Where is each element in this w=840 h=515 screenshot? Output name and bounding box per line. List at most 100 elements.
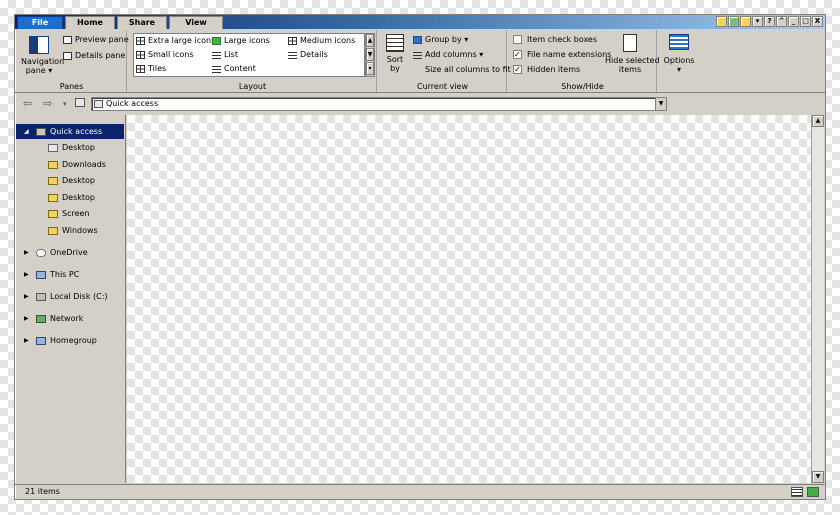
layout-content[interactable]: Content xyxy=(212,64,256,73)
nav-item-homegroup[interactable]: ▶ Homegroup xyxy=(16,333,124,348)
options-chevron-icon: ▾ xyxy=(676,65,681,74)
scroll-down-icon[interactable]: ▼ xyxy=(812,471,824,483)
size-all-columns-button[interactable]: Size all columns to fit xyxy=(425,65,511,74)
layout-gallery: Extra large icons Large icons Medium ico… xyxy=(133,33,365,77)
folder-icon[interactable] xyxy=(716,16,727,27)
window-controls: ▾ ? ^ _ □ X xyxy=(716,16,823,27)
recent-locations-icon[interactable]: ▾ xyxy=(63,100,67,108)
nav-item-network[interactable]: ▶ Network xyxy=(16,311,124,326)
layout-small-icons[interactable]: Small icons xyxy=(136,50,194,59)
list-icon xyxy=(212,50,221,59)
collapsed-chevron-icon[interactable]: ▶ xyxy=(24,311,29,326)
layout-large-icons[interactable]: Large icons xyxy=(212,36,270,45)
group-by-button[interactable]: Group by ▾ xyxy=(413,35,468,44)
navigation-pane-button[interactable]: Navigation pane ▾ xyxy=(21,36,65,75)
hide-selected-items-button[interactable]: Hide selected items xyxy=(605,34,660,74)
address-bar[interactable]: Quick access ▼ xyxy=(91,97,667,111)
expanded-chevron-icon[interactable]: ◢ xyxy=(24,124,29,139)
minimize-button[interactable]: _ xyxy=(788,16,799,27)
file-name-extensions-checkbox[interactable]: ✓ xyxy=(513,50,522,59)
expand-gallery-icon[interactable]: ▾ xyxy=(366,62,374,75)
layout-gallery-scrollbar[interactable]: ▲ ▼ ▾ xyxy=(365,33,375,77)
explorer-window: File Home Share View ▾ ? ^ _ □ X Navigat… xyxy=(14,14,826,500)
properties-icon[interactable] xyxy=(728,16,739,27)
tab-share[interactable]: Share xyxy=(117,16,167,29)
collapsed-chevron-icon[interactable]: ▶ xyxy=(24,333,29,348)
layout-extra-large-icons[interactable]: Extra large icons xyxy=(136,36,215,45)
tab-home[interactable]: Home xyxy=(65,16,115,29)
nav-item-windows[interactable]: Windows xyxy=(16,223,124,238)
layout-details[interactable]: Details xyxy=(288,50,328,59)
hidden-items-option[interactable]: ✓ Hidden items xyxy=(513,65,580,74)
preview-pane-button[interactable]: Preview pane xyxy=(63,35,129,44)
options-button[interactable]: Options ▾ xyxy=(661,34,697,74)
collapsed-chevron-icon[interactable]: ▶ xyxy=(24,245,29,260)
tab-file[interactable]: File xyxy=(17,16,63,29)
folder-icon xyxy=(48,161,58,169)
nav-item-screen[interactable]: Screen xyxy=(16,206,124,221)
navigation-pane-label-1: Navigation xyxy=(21,57,65,66)
preview-pane-icon xyxy=(63,35,72,44)
address-dropdown-icon[interactable]: ▼ xyxy=(655,98,666,110)
layout-group-label: Layout xyxy=(238,82,267,91)
content-scrollbar[interactable]: ▲ ▼ xyxy=(811,115,824,483)
item-check-boxes-checkbox[interactable] xyxy=(513,35,522,44)
nav-item-local-disk[interactable]: ▶ Local Disk (C:) xyxy=(16,289,124,304)
collapsed-chevron-icon[interactable]: ▶ xyxy=(24,267,29,282)
nav-item-this-pc[interactable]: ▶ This PC xyxy=(16,267,124,282)
help-button[interactable]: ? xyxy=(764,16,775,27)
navigation-pane-label-2: pane ▾ xyxy=(25,66,53,75)
details-pane-button[interactable]: Details pane xyxy=(63,51,125,60)
new-folder-icon[interactable] xyxy=(740,16,751,27)
options-group: Options ▾ xyxy=(659,30,699,92)
up-folder-icon[interactable] xyxy=(75,98,85,107)
add-columns-button[interactable]: Add columns ▾ xyxy=(413,50,483,59)
extra-large-icons-icon xyxy=(136,36,145,45)
scroll-up-icon[interactable]: ▲ xyxy=(812,115,824,127)
ribbon: Navigation pane ▾ Preview pane Details p… xyxy=(15,29,825,93)
small-icons-icon xyxy=(136,50,145,59)
collapsed-chevron-icon[interactable]: ▶ xyxy=(24,289,29,304)
close-button[interactable]: X xyxy=(812,16,823,27)
layout-medium-icons[interactable]: Medium icons xyxy=(288,36,355,45)
current-view-group-label: Current view xyxy=(416,82,468,91)
nav-item-quick-access[interactable]: ◢ Quick access xyxy=(16,124,124,139)
nav-item-desktop-2[interactable]: Desktop xyxy=(16,173,124,188)
folder-icon xyxy=(48,210,58,218)
customize-toolbar-button[interactable]: ▾ xyxy=(752,16,763,27)
forward-arrow-icon[interactable]: ⇨ xyxy=(43,97,52,110)
status-bar: 21 items xyxy=(15,484,825,499)
scroll-up-icon[interactable]: ▲ xyxy=(366,34,374,47)
navigation-pane: ◢ Quick access Desktop Downloads Desktop… xyxy=(16,115,126,483)
maximize-button[interactable]: □ xyxy=(800,16,811,27)
folder-icon xyxy=(48,194,58,202)
details-icon xyxy=(288,50,297,59)
network-icon xyxy=(36,315,46,323)
nav-item-downloads[interactable]: Downloads xyxy=(16,157,124,172)
nav-item-desktop-3[interactable]: Desktop xyxy=(16,190,124,205)
layout-list[interactable]: List xyxy=(212,50,238,59)
item-check-boxes-option[interactable]: Item check boxes xyxy=(513,35,597,44)
show-hide-group: Item check boxes ✓ File name extensions ✓… xyxy=(509,30,660,92)
add-columns-icon xyxy=(413,50,422,59)
layout-tiles[interactable]: Tiles xyxy=(136,64,166,73)
sort-by-button[interactable]: Sort by xyxy=(383,34,407,73)
tab-view[interactable]: View xyxy=(169,16,223,29)
large-icons-icon xyxy=(212,36,221,45)
details-view-icon[interactable] xyxy=(791,487,803,497)
large-icons-view-icon[interactable] xyxy=(807,487,819,497)
file-list-area[interactable] xyxy=(127,115,811,483)
file-name-extensions-option[interactable]: ✓ File name extensions xyxy=(513,50,611,59)
computer-icon xyxy=(36,271,46,279)
content-icon xyxy=(212,64,221,73)
nav-item-desktop[interactable]: Desktop xyxy=(16,140,124,155)
medium-icons-icon xyxy=(288,36,297,45)
cloud-icon xyxy=(36,249,46,257)
nav-item-onedrive[interactable]: ▶ OneDrive xyxy=(16,245,124,260)
hidden-items-checkbox[interactable]: ✓ xyxy=(513,65,522,74)
back-arrow-icon[interactable]: ⇦ xyxy=(23,97,32,110)
address-path: Quick access xyxy=(106,99,159,108)
options-icon xyxy=(669,34,689,50)
collapse-ribbon-button[interactable]: ^ xyxy=(776,16,787,27)
scroll-down-icon[interactable]: ▼ xyxy=(366,48,374,61)
